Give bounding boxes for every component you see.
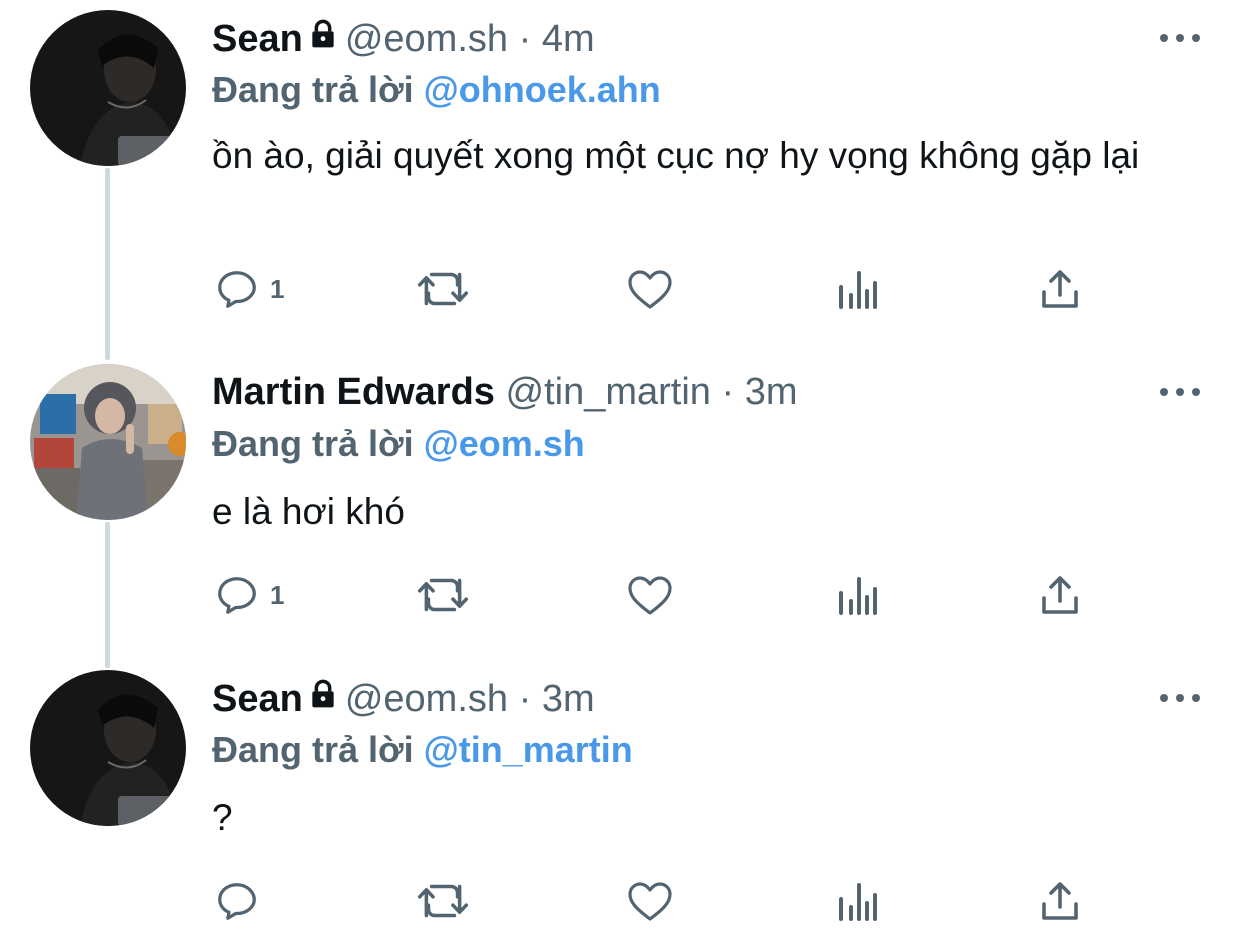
- handle[interactable]: @eom.sh: [345, 678, 508, 720]
- tweet[interactable]: Sean @eom.sh · 4m Đang trả lời @ohnoek.ah…: [0, 0, 1242, 350]
- share-button[interactable]: [1038, 876, 1082, 926]
- like-button[interactable]: [626, 876, 674, 926]
- avatar-photo: [30, 364, 186, 520]
- timestamp[interactable]: 4m: [542, 18, 595, 60]
- tweet-text: ?: [212, 797, 233, 838]
- separator-dot: ·: [518, 18, 532, 61]
- timestamp[interactable]: 3m: [745, 371, 798, 413]
- reply-button[interactable]: [214, 876, 270, 926]
- like-icon: [628, 576, 672, 615]
- retweet-icon: [417, 578, 469, 612]
- more-icon[interactable]: [1160, 688, 1200, 708]
- mention-link[interactable]: @eom.sh: [424, 423, 585, 464]
- avatar[interactable]: [30, 10, 186, 166]
- lock-icon: [307, 16, 339, 60]
- handle[interactable]: @eom.sh: [345, 18, 508, 60]
- separator-dot: ·: [721, 371, 735, 413]
- more-icon[interactable]: [1160, 382, 1200, 402]
- retweet-button[interactable]: [416, 570, 470, 620]
- analytics-icon: [839, 577, 877, 615]
- avatar-photo: [30, 10, 186, 166]
- reply-button[interactable]: 1: [214, 570, 284, 620]
- reply-count: 1: [270, 273, 285, 304]
- analytics-button[interactable]: [835, 570, 879, 620]
- display-name[interactable]: Sean: [212, 18, 303, 60]
- retweet-button[interactable]: [416, 876, 470, 926]
- share-icon: [1042, 576, 1078, 614]
- retweet-button[interactable]: [416, 264, 470, 314]
- tweet[interactable]: Martin Edwards @tin_martin · 3m Đang trả…: [0, 354, 1242, 666]
- retweet-icon: [417, 272, 469, 306]
- tweet-header: Sean @eom.sh · 4m: [212, 16, 595, 66]
- replying-to: Đang trả lời @ohnoek.ahn: [212, 68, 661, 112]
- tweet-text: ồn ào, giải quyết xong một cục nợ hy vọn…: [212, 135, 1140, 176]
- reply-icon: [218, 883, 256, 920]
- avatar[interactable]: [30, 670, 186, 826]
- display-name[interactable]: Martin Edwards: [212, 371, 495, 413]
- action-bar: 1: [0, 264, 1242, 314]
- separator-dot: ·: [518, 678, 532, 721]
- mention-link[interactable]: @ohnoek.ahn: [424, 69, 661, 110]
- timestamp[interactable]: 3m: [542, 678, 595, 720]
- share-button[interactable]: [1038, 264, 1082, 314]
- retweet-icon: [417, 884, 469, 918]
- replying-to-label: Đang trả lời: [212, 69, 414, 110]
- like-icon: [628, 270, 672, 309]
- analytics-icon: [839, 271, 877, 309]
- avatar-photo: [30, 670, 186, 826]
- replying-to-label: Đang trả lời: [212, 729, 414, 770]
- tweet-header: Sean @eom.sh · 3m: [212, 676, 595, 726]
- more-icon[interactable]: [1160, 28, 1200, 48]
- analytics-button[interactable]: [835, 876, 879, 926]
- handle[interactable]: @tin_martin: [506, 371, 711, 413]
- lock-icon: [307, 676, 339, 720]
- share-button[interactable]: [1038, 570, 1082, 620]
- tweet[interactable]: Sean @eom.sh · 3m Đang trả lời @tin_marti…: [0, 660, 1242, 937]
- replying-to: Đang trả lời @eom.sh: [212, 422, 585, 466]
- action-bar: 1: [0, 570, 1242, 620]
- tweet-text: e là hơi khó: [212, 491, 405, 532]
- like-button[interactable]: [626, 264, 674, 314]
- mention-link[interactable]: @tin_martin: [424, 729, 633, 770]
- replying-to-label: Đang trả lời: [212, 423, 414, 464]
- reply-count: 1: [270, 579, 285, 610]
- reply-button[interactable]: 1: [214, 264, 284, 314]
- analytics-icon: [839, 883, 877, 921]
- analytics-button[interactable]: [835, 264, 879, 314]
- share-icon: [1042, 882, 1078, 920]
- display-name[interactable]: Sean: [212, 678, 303, 720]
- share-icon: [1042, 270, 1078, 308]
- action-bar: [0, 876, 1242, 926]
- tweet-header: Martin Edwards @tin_martin · 3m: [212, 370, 798, 414]
- reply-icon: [218, 577, 256, 614]
- like-button[interactable]: [626, 570, 674, 620]
- reply-icon: [218, 271, 256, 308]
- avatar[interactable]: [30, 364, 186, 520]
- replying-to: Đang trả lời @tin_martin: [212, 728, 633, 772]
- like-icon: [628, 882, 672, 921]
